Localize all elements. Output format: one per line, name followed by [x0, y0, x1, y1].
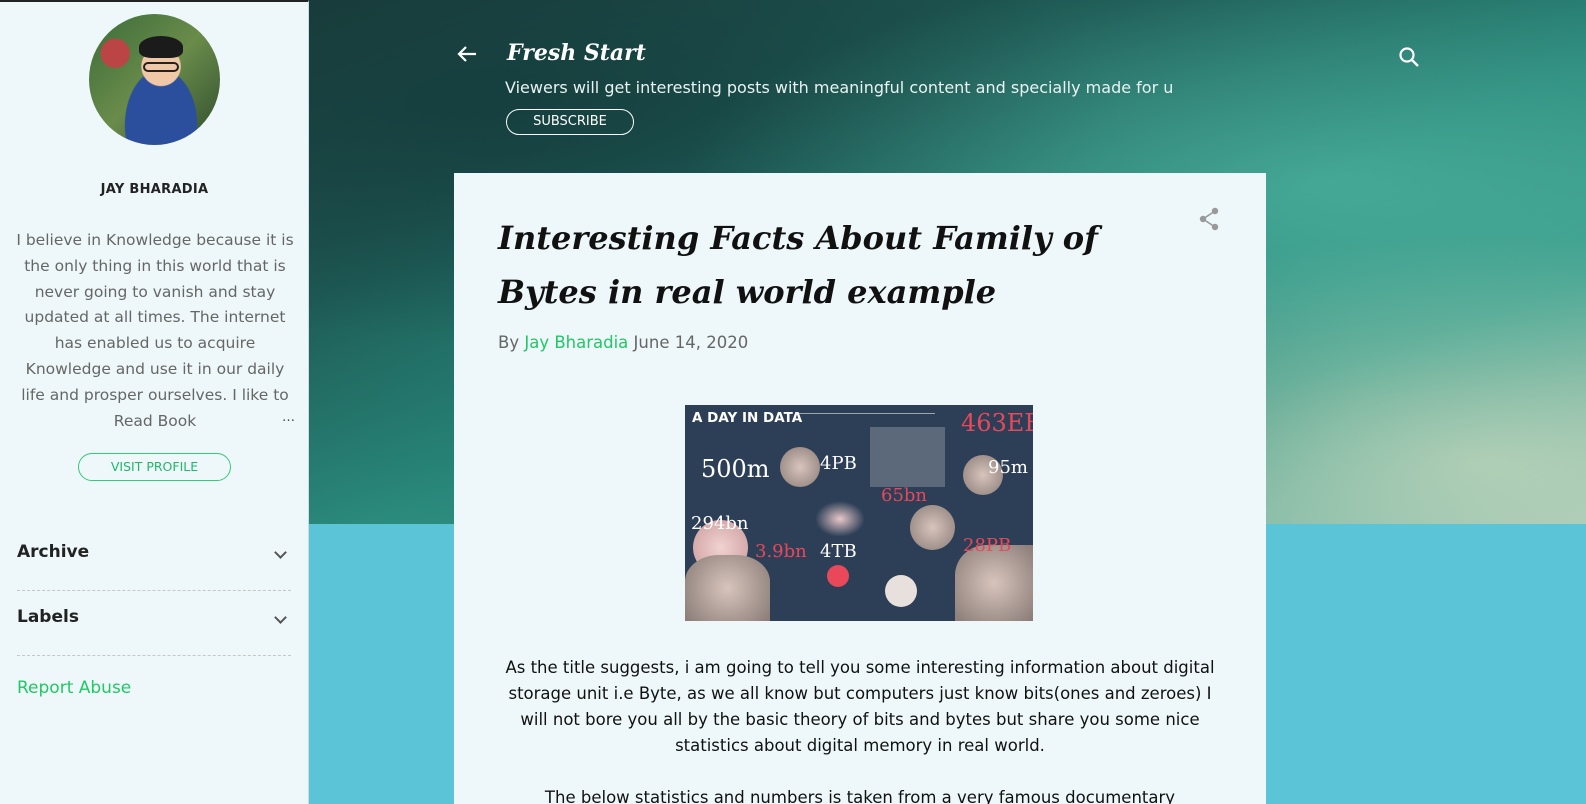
profile-avatar[interactable]: [89, 14, 220, 145]
sidebar: JAY BHARADIA I believe in Knowledge beca…: [0, 0, 309, 804]
visit-profile-button[interactable]: VISIT PROFILE: [78, 453, 231, 481]
image-dot: [827, 565, 849, 587]
blog-tagline: Viewers will get interesting posts with …: [505, 78, 1174, 97]
image-dot: [885, 575, 917, 607]
post-paragraph: The below statistics and numbers is take…: [544, 788, 1176, 804]
archive-section[interactable]: Archive: [17, 526, 291, 591]
image-photo: [815, 501, 865, 537]
stat-28pb: 28PB: [963, 535, 1012, 556]
labels-section[interactable]: Labels: [17, 591, 291, 656]
bio-ellipsis: …: [282, 410, 295, 425]
stat-95m: 95m: [988, 457, 1028, 478]
image-table: [870, 427, 945, 487]
stat-3-9bn: 3.9bn: [755, 541, 807, 562]
image-photo: [685, 555, 770, 621]
search-icon[interactable]: [1398, 46, 1420, 68]
chevron-down-icon[interactable]: [274, 546, 287, 559]
stat-4tb: 4TB: [820, 541, 857, 562]
image-title: A DAY IN DATA: [692, 410, 803, 426]
profile-bio: I believe in Knowledge because it is the…: [16, 231, 294, 430]
stat-500m: 500m: [701, 455, 770, 483]
bio-fade: [200, 406, 280, 430]
stat-294bn: 294bn: [691, 513, 749, 534]
subscribe-button[interactable]: SUBSCRIBE: [506, 109, 634, 135]
archive-label: Archive: [17, 542, 90, 562]
by-label: By: [498, 333, 520, 352]
labels-label: Labels: [17, 607, 79, 627]
blog-title[interactable]: Fresh Start: [507, 40, 646, 66]
report-abuse-link[interactable]: Report Abuse: [17, 678, 131, 698]
post-image[interactable]: A DAY IN DATA 500m 4PB 463EB 95m 65bn 29…: [685, 405, 1033, 621]
post-title[interactable]: Interesting Facts About Family of Bytes …: [498, 211, 1188, 319]
post-byline: By Jay Bharadia June 14, 2020: [498, 333, 748, 352]
share-icon[interactable]: [1198, 207, 1220, 231]
stat-463eb: 463EB: [961, 409, 1033, 437]
image-photo: [955, 545, 1033, 621]
post-paragraph: As the title suggests, i am going to tel…: [505, 658, 1215, 755]
profile-name[interactable]: JAY BHARADIA: [0, 182, 309, 197]
image-rule: [795, 413, 935, 414]
avatar-hair: [139, 36, 183, 58]
post-date[interactable]: June 14, 2020: [634, 333, 749, 352]
stat-4pb: 4PB: [820, 453, 857, 474]
back-arrow-icon[interactable]: [456, 44, 478, 64]
avatar-glasses: [143, 62, 179, 72]
image-photo: [910, 505, 955, 550]
post-card: Interesting Facts About Family of Bytes …: [454, 173, 1266, 804]
stat-65bn: 65bn: [881, 485, 928, 506]
image-photo: [780, 447, 820, 487]
chevron-down-icon[interactable]: [274, 611, 287, 624]
author-link[interactable]: Jay Bharadia: [524, 333, 628, 352]
